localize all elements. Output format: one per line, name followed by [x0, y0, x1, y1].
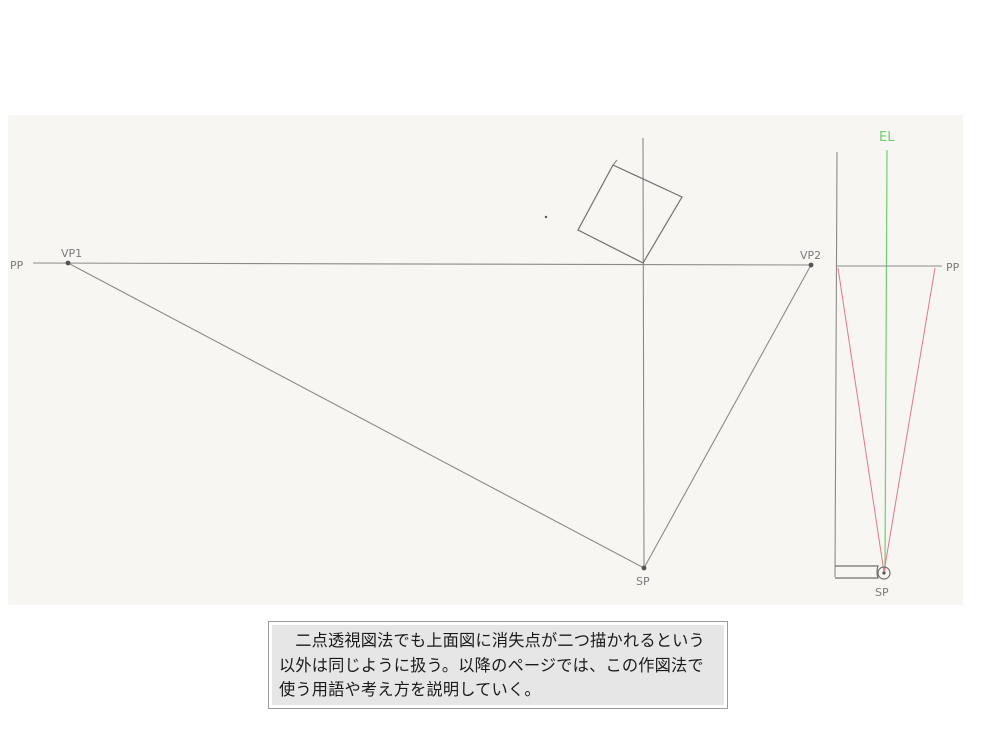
caption-text: 二点透視図法でも上面図に消失点が二つ描かれるという以外は同じように扱う。以降のペ…: [279, 631, 705, 699]
sp-point: [641, 565, 647, 571]
side-ground-vertical-line: [834, 151, 838, 578]
eye-level-line: [884, 149, 888, 572]
label-vp2: VP2: [800, 249, 821, 262]
object-square-overshoot: [612, 159, 618, 166]
center-vertical-line: [642, 137, 645, 569]
vp1-point: [65, 260, 71, 266]
label-pp-left: PP: [10, 259, 24, 272]
sheet-speck: [544, 215, 548, 219]
viewer-figure: [835, 565, 879, 579]
label-el: EL: [879, 130, 895, 145]
line-vp1-to-sp: [67, 262, 645, 569]
label-pp-right: PP: [946, 261, 960, 274]
viewer-eye-dot: [882, 571, 886, 575]
label-sp-side: SP: [875, 586, 889, 599]
side-sight-line-left: [837, 267, 885, 573]
label-vp1: VP1: [61, 247, 82, 260]
side-sight-line-right: [883, 267, 936, 573]
label-sp-main: SP: [636, 575, 650, 588]
object-square-top-view: [577, 164, 683, 264]
vp2-point: [808, 262, 814, 268]
picture-plane-line: [32, 262, 813, 266]
caption-box: 二点透視図法でも上面図に消失点が二つ描かれるという以外は同じように扱う。以降のペ…: [268, 621, 728, 709]
line-vp2-to-sp: [643, 264, 812, 569]
